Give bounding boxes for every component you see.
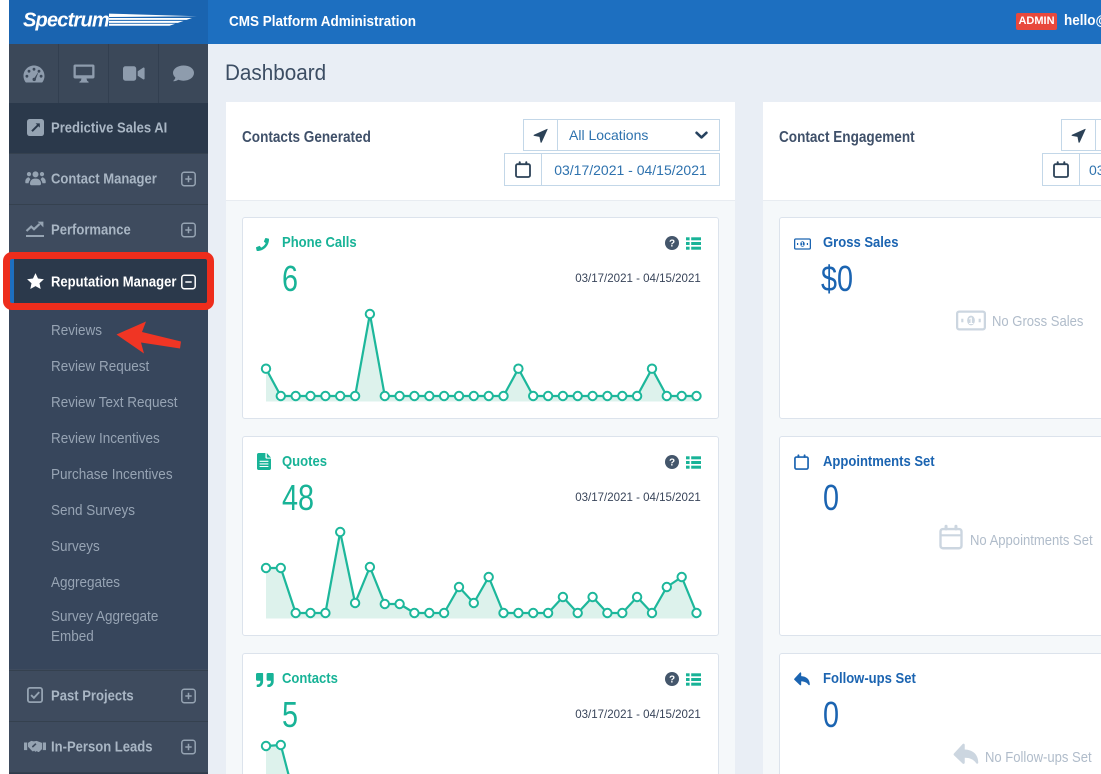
svg-text:1: 1 [801, 242, 804, 248]
svg-text:1: 1 [968, 316, 973, 326]
svg-text:?: ? [669, 457, 675, 468]
svg-text:Spectrum: Spectrum [23, 10, 109, 32]
svg-text:?: ? [669, 238, 675, 249]
svg-text:?: ? [669, 674, 675, 685]
